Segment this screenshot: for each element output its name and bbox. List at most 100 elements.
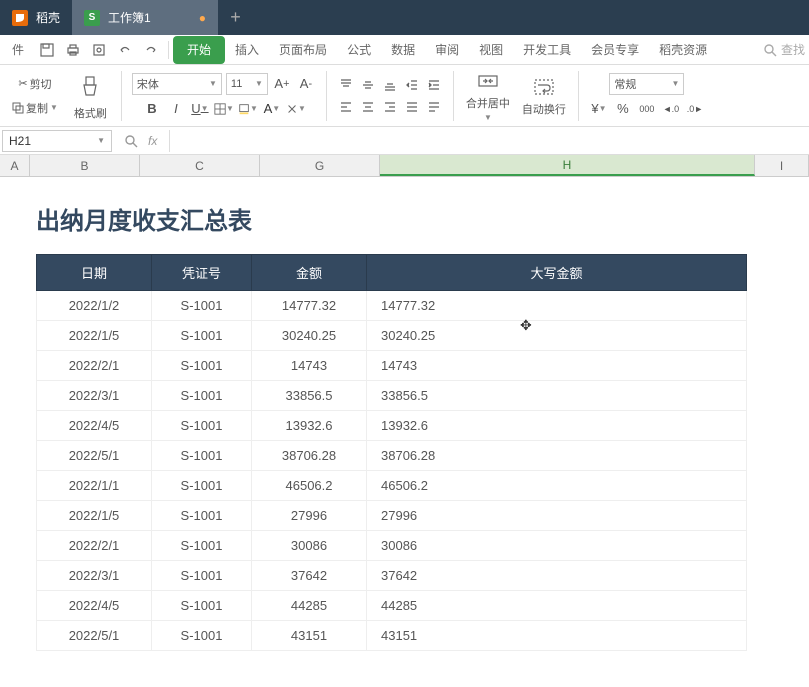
tab-home[interactable]: 开始	[173, 36, 225, 64]
tab-data[interactable]: 数据	[381, 36, 425, 64]
table-cell[interactable]: 2022/1/2	[37, 291, 152, 321]
table-cell[interactable]: S-1001	[152, 411, 252, 441]
table-row[interactable]: 2022/1/1S-100146506.246506.2	[37, 471, 747, 501]
th-voucher[interactable]: 凭证号	[152, 255, 252, 291]
italic-button[interactable]: I	[166, 99, 186, 119]
preview-icon[interactable]	[88, 39, 110, 61]
clear-format-button[interactable]: ▼	[286, 99, 306, 119]
currency-button[interactable]: ¥▼	[589, 99, 609, 119]
tab-workbook[interactable]: S 工作簿1 ●	[72, 0, 218, 35]
format-brush-button[interactable]: 格式刷	[70, 69, 111, 123]
number-format-select[interactable]: 常规 ▼	[609, 73, 684, 95]
search-box[interactable]: 查找	[763, 41, 809, 58]
table-cell[interactable]: S-1001	[152, 621, 252, 651]
table-cell[interactable]: 2022/4/5	[37, 591, 152, 621]
font-size-select[interactable]: 11 ▼	[226, 73, 268, 95]
fill-color-button[interactable]: ▼	[238, 99, 258, 119]
table-cell[interactable]: 46506.2	[252, 471, 367, 501]
table-cell[interactable]: 43151	[367, 621, 747, 651]
table-cell[interactable]: 44285	[367, 591, 747, 621]
increase-decimal-button[interactable]: .0►	[685, 99, 705, 119]
tab-resources[interactable]: 稻壳资源	[649, 36, 717, 64]
col-header-a[interactable]: A	[0, 155, 30, 176]
table-cell[interactable]: 30240.25	[367, 321, 747, 351]
table-cell[interactable]: 2022/1/5	[37, 501, 152, 531]
save-icon[interactable]	[36, 39, 58, 61]
formula-input[interactable]	[169, 130, 809, 152]
table-row[interactable]: 2022/5/1S-10014315143151	[37, 621, 747, 651]
tab-daoke[interactable]: 稻壳	[0, 0, 72, 35]
table-cell[interactable]: 37642	[367, 561, 747, 591]
table-cell[interactable]: 46506.2	[367, 471, 747, 501]
table-row[interactable]: 2022/1/5S-100130240.2530240.25	[37, 321, 747, 351]
col-header-i[interactable]: I	[755, 155, 809, 176]
zoom-icon[interactable]	[124, 134, 138, 148]
table-cell[interactable]: 38706.28	[252, 441, 367, 471]
col-header-c[interactable]: C	[140, 155, 260, 176]
table-cell[interactable]: 44285	[252, 591, 367, 621]
file-menu[interactable]: 件	[2, 36, 34, 64]
decrease-font-button[interactable]: A-	[296, 74, 316, 94]
table-row[interactable]: 2022/1/5S-10012799627996	[37, 501, 747, 531]
new-tab-button[interactable]: +	[218, 0, 253, 35]
tab-member[interactable]: 会员专享	[581, 36, 649, 64]
table-cell[interactable]: S-1001	[152, 381, 252, 411]
table-cell[interactable]: 38706.28	[367, 441, 747, 471]
col-header-b[interactable]: B	[30, 155, 140, 176]
table-cell[interactable]: 30240.25	[252, 321, 367, 351]
table-row[interactable]: 2022/4/5S-100113932.613932.6	[37, 411, 747, 441]
table-cell[interactable]: S-1001	[152, 321, 252, 351]
table-cell[interactable]: 33856.5	[252, 381, 367, 411]
border-button[interactable]: ▼	[214, 99, 234, 119]
table-row[interactable]: 2022/3/1S-10013764237642	[37, 561, 747, 591]
font-color-button[interactable]: A▼	[262, 99, 282, 119]
table-cell[interactable]: S-1001	[152, 501, 252, 531]
cell-reference-box[interactable]: H21 ▼	[2, 130, 112, 152]
table-cell[interactable]: S-1001	[152, 591, 252, 621]
percent-button[interactable]: %	[613, 99, 633, 119]
increase-indent-button[interactable]	[425, 76, 443, 94]
table-cell[interactable]: 2022/4/5	[37, 411, 152, 441]
table-cell[interactable]: S-1001	[152, 351, 252, 381]
table-row[interactable]: 2022/3/1S-100133856.533856.5	[37, 381, 747, 411]
decrease-decimal-button[interactable]: ◄.0	[661, 99, 681, 119]
table-cell[interactable]: 13932.6	[252, 411, 367, 441]
copy-button[interactable]: 复制 ▼	[8, 98, 62, 118]
table-row[interactable]: 2022/5/1S-100138706.2838706.28	[37, 441, 747, 471]
sheet-content[interactable]: 出纳月度收支汇总表 日期 凭证号 金额 大写金额 2022/1/2S-10011…	[0, 177, 809, 687]
auto-wrap-button[interactable]: 自动换行	[518, 73, 570, 119]
redo-icon[interactable]	[140, 39, 162, 61]
table-cell[interactable]: 2022/3/1	[37, 381, 152, 411]
th-date[interactable]: 日期	[37, 255, 152, 291]
tab-devtools[interactable]: 开发工具	[513, 36, 581, 64]
align-top-button[interactable]	[337, 76, 355, 94]
col-header-g[interactable]: G	[260, 155, 380, 176]
table-cell[interactable]: S-1001	[152, 441, 252, 471]
comma-button[interactable]: 000	[637, 99, 657, 119]
table-cell[interactable]: S-1001	[152, 531, 252, 561]
table-cell[interactable]: 14743	[252, 351, 367, 381]
font-name-select[interactable]: 宋体 ▼	[132, 73, 222, 95]
table-cell[interactable]: 2022/5/1	[37, 621, 152, 651]
table-row[interactable]: 2022/1/2S-100114777.3214777.32	[37, 291, 747, 321]
col-header-h[interactable]: H	[380, 155, 755, 176]
table-cell[interactable]: 27996	[252, 501, 367, 531]
th-amount[interactable]: 金额	[252, 255, 367, 291]
table-cell[interactable]: S-1001	[152, 561, 252, 591]
table-row[interactable]: 2022/2/1S-10011474314743	[37, 351, 747, 381]
tab-review[interactable]: 审阅	[425, 36, 469, 64]
table-cell[interactable]: 14777.32	[252, 291, 367, 321]
align-middle-button[interactable]	[359, 76, 377, 94]
tab-view[interactable]: 视图	[469, 36, 513, 64]
table-cell[interactable]: 13932.6	[367, 411, 747, 441]
align-center-button[interactable]	[359, 98, 377, 116]
table-cell[interactable]: 37642	[252, 561, 367, 591]
align-bottom-button[interactable]	[381, 76, 399, 94]
table-cell[interactable]: 2022/5/1	[37, 441, 152, 471]
table-row[interactable]: 2022/4/5S-10014428544285	[37, 591, 747, 621]
table-cell[interactable]: 14777.32	[367, 291, 747, 321]
table-cell[interactable]: S-1001	[152, 291, 252, 321]
align-left-button[interactable]	[337, 98, 355, 116]
bold-button[interactable]: B	[142, 99, 162, 119]
table-cell[interactable]: 2022/1/5	[37, 321, 152, 351]
